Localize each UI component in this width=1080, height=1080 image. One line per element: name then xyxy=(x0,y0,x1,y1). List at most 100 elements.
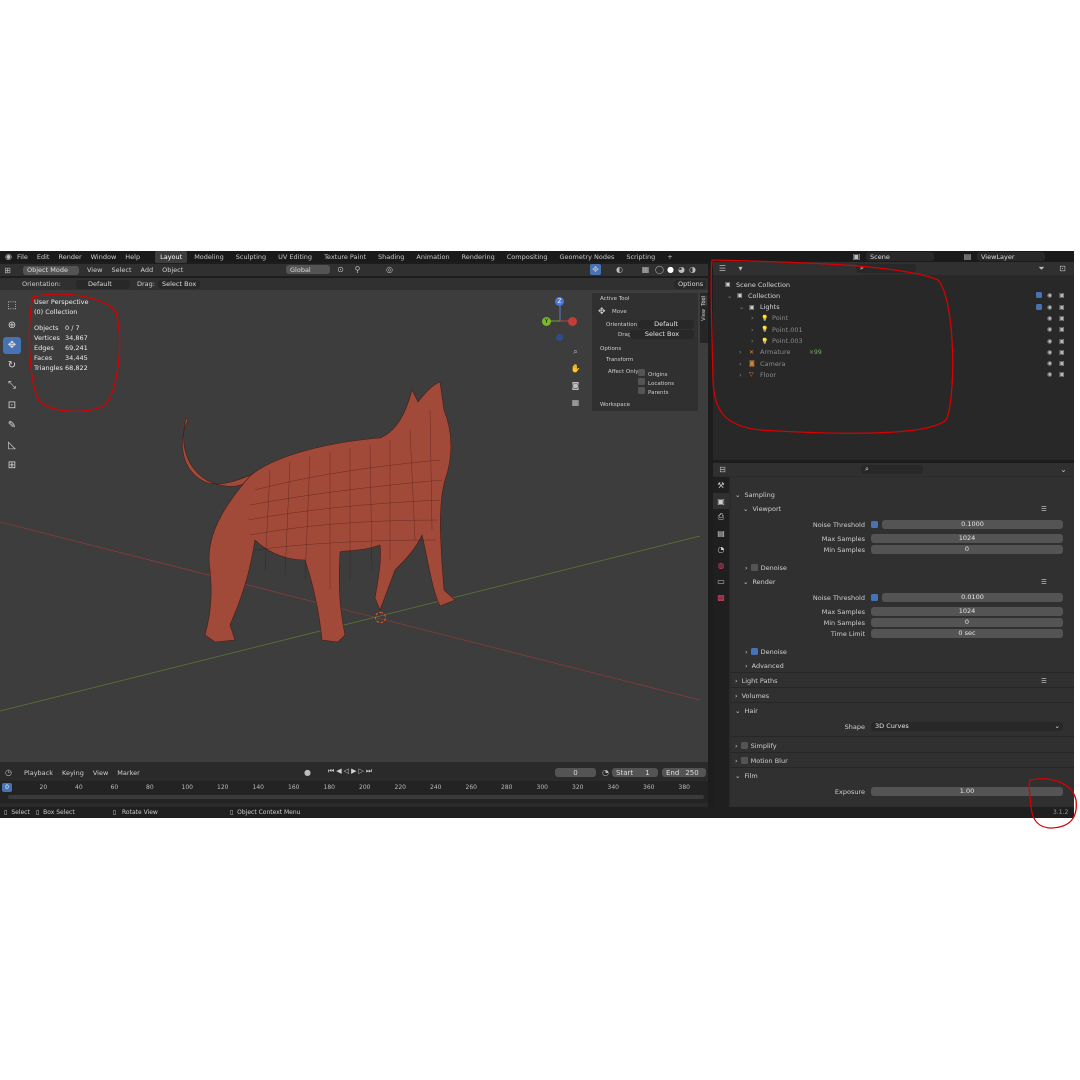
tab-texture-paint[interactable]: Texture Paint xyxy=(319,251,371,263)
time-limit-field[interactable]: 0 sec xyxy=(871,629,1063,638)
scene-field[interactable]: Scene xyxy=(866,252,934,261)
display-mode-icon[interactable]: ▾ xyxy=(735,263,746,274)
orientation-select[interactable]: Default xyxy=(76,279,130,289)
light-paths-panel-header[interactable]: › Light Paths ☰ xyxy=(731,675,1074,686)
menu-add[interactable]: Add xyxy=(141,266,154,274)
light-paths-presets-icon[interactable]: ☰ xyxy=(1041,677,1047,685)
np-drag-select[interactable]: Select Box xyxy=(630,330,694,339)
viewport-min-samples-field[interactable]: 0 xyxy=(871,545,1063,554)
simplify-panel-header[interactable]: › Simplify xyxy=(731,740,1074,751)
camera-view-icon[interactable]: ◙ xyxy=(570,380,581,391)
film-panel-header[interactable]: ⌄ Film xyxy=(731,770,1074,781)
playback-controls[interactable]: ⏮◀◁▶▷⏭ xyxy=(328,767,374,776)
scale-tool-icon[interactable]: ⤡ xyxy=(3,377,21,394)
np-orientation-select[interactable]: Default xyxy=(638,320,694,329)
render-noise-threshold-field[interactable]: 0.0100 xyxy=(882,593,1063,602)
menu-select[interactable]: Select xyxy=(111,266,131,274)
menu-object[interactable]: Object xyxy=(162,266,183,274)
timeline-editor-icon[interactable]: ◷ xyxy=(3,767,14,778)
timeline-track[interactable]: 0 20 40 60 80 100 120 140 160 180 200 220 240 260 280… xyxy=(0,781,708,803)
outliner-editor-icon[interactable]: ☰ xyxy=(717,263,728,274)
select-tool-icon[interactable]: ⬚ xyxy=(3,297,21,314)
tool-tab-icon[interactable]: ⚒ xyxy=(713,477,729,493)
expand-arrow-icon[interactable]: › xyxy=(751,326,754,334)
outliner-search-field[interactable]: ⌕ xyxy=(856,264,916,273)
visibility-eye-icon[interactable]: ◉ xyxy=(1047,292,1052,299)
transform-tool-icon[interactable]: ⊡ xyxy=(3,397,21,414)
annotate-tool-icon[interactable]: ✎ xyxy=(3,417,21,434)
tab-uv-editing[interactable]: UV Editing xyxy=(273,251,317,263)
outliner-row-point-003[interactable]: › 💡 Point.003 ◉ ▣ xyxy=(713,336,1074,347)
render-noise-checkbox[interactable] xyxy=(871,594,878,601)
hair-panel-header[interactable]: ⌄ Hair xyxy=(731,705,1074,716)
shape-select[interactable]: 3D Curves ⌄ xyxy=(871,722,1063,731)
menu-render[interactable]: Render xyxy=(58,253,81,261)
menu-window[interactable]: Window xyxy=(91,253,117,261)
options-header[interactable]: Options xyxy=(600,346,621,352)
tab-animation[interactable]: Animation xyxy=(411,251,454,263)
volumes-panel-header[interactable]: › Volumes xyxy=(731,690,1074,701)
collection-tab-icon[interactable]: ▭ xyxy=(713,573,729,589)
gizmo-neg-z-axis[interactable] xyxy=(556,334,563,341)
render-camera-icon[interactable]: ▣ xyxy=(1059,304,1065,311)
gizmo-x-axis[interactable] xyxy=(568,317,577,326)
render-camera-icon[interactable]: ▣ xyxy=(1059,315,1065,322)
proportional-icon[interactable]: ◎ xyxy=(384,264,395,275)
tab-layout[interactable]: Layout xyxy=(155,251,188,263)
xray-icon[interactable]: ▦ xyxy=(640,264,651,275)
expand-arrow-icon[interactable]: › xyxy=(739,360,742,368)
tab-rendering[interactable]: Rendering xyxy=(457,251,500,263)
tab-geometry-nodes[interactable]: Geometry Nodes xyxy=(555,251,620,263)
overlay-toggle-icon[interactable]: ◐ xyxy=(614,264,625,275)
render-camera-icon[interactable]: ▣ xyxy=(1059,326,1065,333)
tab-tool[interactable]: Tool xyxy=(701,296,707,306)
exclude-checkbox[interactable] xyxy=(1036,292,1042,299)
render-max-samples-field[interactable]: 1024 xyxy=(871,607,1063,616)
render-min-samples-field[interactable]: 0 xyxy=(871,618,1063,627)
pivot-icon[interactable]: ⊙ xyxy=(335,264,346,275)
render-camera-icon[interactable]: ▣ xyxy=(1059,292,1065,299)
render-tab-icon[interactable]: ▣ xyxy=(713,493,729,509)
exclude-checkbox[interactable] xyxy=(1036,303,1042,310)
outliner-row-point[interactable]: › 💡 Point ◉ ▣ xyxy=(713,313,1074,324)
transform-orientation-select[interactable]: Global xyxy=(286,265,330,274)
gizmo-z-axis[interactable]: Z xyxy=(555,297,564,306)
outliner-row-camera[interactable]: › ◙ Camera ◉ ▣ xyxy=(713,358,1074,369)
outliner-row-lights[interactable]: ⌄ ▣ Lights ◉ ▣ xyxy=(713,302,1074,313)
measure-tool-icon[interactable]: ◺ xyxy=(3,437,21,454)
menu-file[interactable]: File xyxy=(17,253,28,261)
end-frame-field[interactable]: End 250 xyxy=(662,768,706,777)
tab-scripting[interactable]: Scripting xyxy=(621,251,660,263)
shading-material-icon[interactable]: ◕ xyxy=(676,264,687,275)
options-dropdown[interactable]: Options xyxy=(674,279,706,289)
shading-solid-icon[interactable]: ● xyxy=(665,264,676,275)
render-camera-icon[interactable]: ▣ xyxy=(1059,360,1065,367)
expand-arrow-icon[interactable]: › xyxy=(739,371,742,379)
blender-logo-icon[interactable]: ◉ xyxy=(3,251,14,262)
render-camera-icon[interactable]: ▣ xyxy=(1059,338,1065,345)
render-presets-icon[interactable]: ☰ xyxy=(1041,578,1047,586)
visibility-eye-icon[interactable]: ◉ xyxy=(1047,349,1052,356)
active-tool-header[interactable]: Active Tool xyxy=(600,296,629,302)
sampling-panel-header[interactable]: ⌄ Sampling xyxy=(731,489,1074,500)
menu-marker[interactable]: Marker xyxy=(117,769,139,777)
visibility-eye-icon[interactable]: ◉ xyxy=(1047,315,1052,322)
properties-editor-icon[interactable]: ⊟ xyxy=(717,464,728,475)
start-frame-field[interactable]: Start 1 xyxy=(612,768,658,777)
render-subpanel-header[interactable]: ⌄ Render ☰ xyxy=(731,576,1074,587)
current-frame-field[interactable]: 0 xyxy=(555,768,596,777)
scene-tab-icon[interactable]: ◔ xyxy=(713,541,729,557)
outliner-row-point-001[interactable]: › 💡 Point.001 ◉ ▣ xyxy=(713,324,1074,335)
view-layer-field[interactable]: ViewLayer xyxy=(977,252,1045,261)
pan-hand-icon[interactable]: ✋ xyxy=(570,363,581,374)
tab-modeling[interactable]: Modeling xyxy=(189,251,229,263)
world-tab-icon[interactable]: ◍ xyxy=(713,557,729,573)
tab-shading[interactable]: Shading xyxy=(373,251,409,263)
cursor-tool-icon[interactable]: ⊕ xyxy=(3,317,21,334)
advanced-subpanel-header[interactable]: › Advanced xyxy=(731,660,1074,671)
menu-keying[interactable]: Keying xyxy=(62,769,84,777)
navigation-gizmo[interactable]: Z Y xyxy=(540,296,580,342)
motion-blur-panel-header[interactable]: › Motion Blur xyxy=(731,755,1074,766)
visibility-eye-icon[interactable]: ◉ xyxy=(1047,326,1052,333)
outliner-row-collection[interactable]: ⌄ ▣ Collection ◉ ▣ xyxy=(713,290,1074,301)
